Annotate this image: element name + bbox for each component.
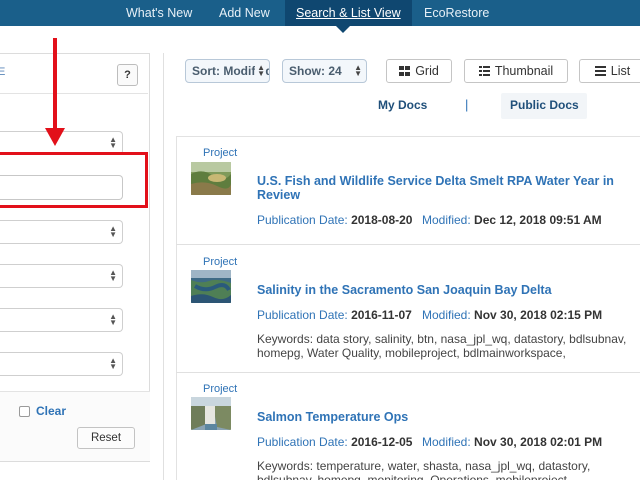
list-view-button[interactable]: List (579, 59, 640, 83)
select-arrows-icon: ▲ ▼ (109, 224, 117, 239)
result-keywords: Keywords: data story, salinity, btn, nas… (257, 332, 627, 360)
panel-divider (163, 53, 164, 480)
grid-view-button[interactable]: Grid (386, 59, 452, 83)
tab-public-docs[interactable]: Public Docs (510, 98, 579, 112)
filter-panel-header-text: E (0, 66, 6, 78)
result-title[interactable]: Salmon Temperature Ops (257, 410, 627, 424)
result-thumbnail[interactable] (191, 397, 231, 430)
active-tab-caret (336, 26, 350, 33)
modified-value: Nov 30, 2018 02:01 PM (474, 435, 603, 449)
select-arrows-icon: ▲ ▼ (354, 63, 362, 78)
list-view-label: List (610, 64, 631, 78)
reset-button[interactable]: Reset (77, 427, 135, 449)
select-arrows-icon: ▲ ▼ (109, 135, 117, 150)
thumbnail-view-button[interactable]: Thumbnail (464, 59, 568, 83)
modified-label: Modified: (422, 308, 471, 322)
grid-view-label: Grid (415, 64, 439, 78)
result-thumbnail[interactable] (191, 270, 231, 303)
tab-my-docs[interactable]: My Docs (378, 98, 427, 112)
thumbnail-image-icon (191, 270, 231, 303)
pub-date-value: 2016-11-07 (351, 308, 412, 322)
result-meta: Publication Date: 2018-08-20 (257, 213, 412, 227)
result-meta: Publication Date: 2016-11-07 (257, 308, 412, 322)
grid-icon (399, 66, 411, 76)
app-screen: What's New Add New Search & List View Ec… (0, 0, 640, 480)
annotation-arrow-head (45, 128, 65, 146)
show-select-label: Show: 24 (289, 64, 342, 78)
clear-checkbox[interactable] (19, 406, 30, 417)
list-icon (594, 66, 606, 76)
modified-value: Nov 30, 2018 02:15 PM (474, 308, 603, 322)
filter-select-2[interactable]: ▲ ▼ (0, 220, 123, 244)
clear-link[interactable]: Clear (36, 404, 66, 418)
result-modified: Modified: Dec 12, 2018 09:51 AM (422, 213, 602, 227)
modified-value: Dec 12, 2018 09:51 AM (474, 213, 602, 227)
result-modified: Modified: Nov 30, 2018 02:01 PM (422, 435, 602, 449)
thumbnail-image-icon (191, 162, 231, 195)
card-divider (176, 372, 640, 373)
pub-date-label: Publication Date: (257, 308, 348, 322)
filter-footer (0, 391, 150, 461)
annotation-arrow-shaft (53, 38, 57, 130)
modified-label: Modified: (422, 213, 471, 227)
nav-ecorestore[interactable]: EcoRestore (424, 0, 489, 26)
filter-select-3[interactable]: ▲ ▼ (0, 264, 123, 288)
pub-date-label: Publication Date: (257, 213, 348, 227)
thumbnail-list-icon (478, 66, 490, 76)
help-button[interactable]: ? (117, 64, 138, 86)
modified-label: Modified: (422, 435, 471, 449)
result-kind: Project (203, 383, 238, 395)
select-arrows-icon: ▲ ▼ (255, 63, 265, 78)
show-select[interactable]: Show: 24 ▲ ▼ (282, 59, 367, 83)
result-title[interactable]: U.S. Fish and Wildlife Service Delta Sme… (257, 174, 627, 202)
card-divider (176, 244, 640, 245)
nav-add-new[interactable]: Add New (219, 0, 270, 26)
filter-select-5[interactable]: ▲ ▼ (0, 352, 123, 376)
pub-date-value: 2018-08-20 (351, 213, 413, 227)
select-arrows-icon: ▲ ▼ (109, 268, 117, 283)
thumbnail-image-icon (191, 397, 231, 430)
result-kind: Project (203, 256, 238, 268)
filter-select-4[interactable]: ▲ ▼ (0, 308, 123, 332)
pub-date-label: Publication Date: (257, 435, 348, 449)
top-nav: What's New Add New Search & List View Ec… (0, 0, 640, 26)
sort-select[interactable]: Sort: Modified ▲ ▼ (185, 59, 270, 83)
select-arrows-icon: ▲ ▼ (109, 312, 117, 327)
result-title[interactable]: Salinity in the Sacramento San Joaquin B… (257, 283, 627, 297)
result-thumbnail[interactable] (191, 162, 231, 195)
select-arrows-icon: ▲ ▼ (109, 356, 117, 371)
pub-date-value: 2016-12-05 (351, 435, 413, 449)
nav-search-list-view[interactable]: Search & List View (285, 0, 412, 26)
annotation-highlight-box (0, 152, 148, 208)
tab-separator: | (465, 97, 469, 112)
result-kind: Project (203, 147, 238, 159)
result-meta: Publication Date: 2016-12-05 (257, 435, 412, 449)
result-keywords: Keywords: temperature, water, shasta, na… (257, 459, 591, 480)
nav-whats-new[interactable]: What's New (126, 0, 192, 26)
result-modified: Modified: Nov 30, 2018 02:15 PM (422, 308, 602, 322)
thumbnail-view-label: Thumbnail (494, 64, 554, 78)
